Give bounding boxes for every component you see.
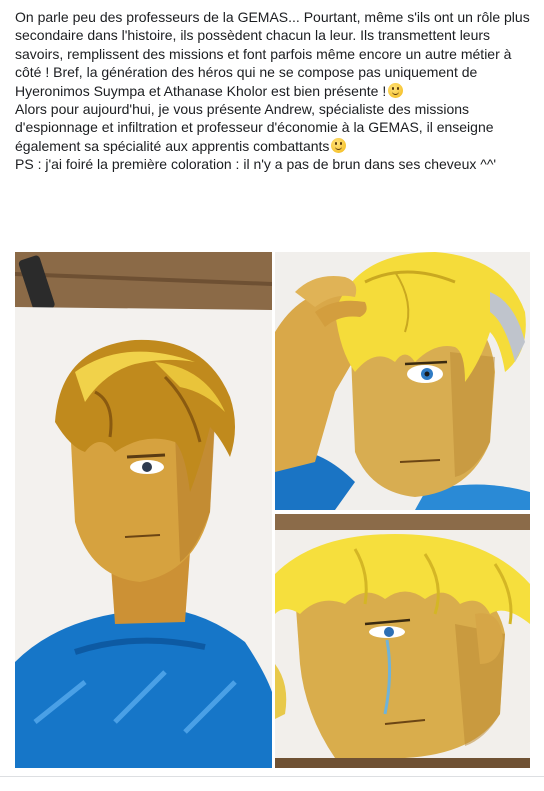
image-icon <box>275 514 530 768</box>
facebook-post: On parle peu des professeurs de la GEMAS… <box>0 0 544 791</box>
photo-drawing-tearful-face[interactable] <box>275 514 530 768</box>
image-icon <box>15 252 272 768</box>
photo-drawing-full-portrait[interactable] <box>15 252 272 768</box>
photo-drawing-hand-in-hair[interactable] <box>275 252 530 510</box>
photo-grid <box>0 0 544 791</box>
image-icon <box>275 252 530 510</box>
divider <box>0 776 544 777</box>
